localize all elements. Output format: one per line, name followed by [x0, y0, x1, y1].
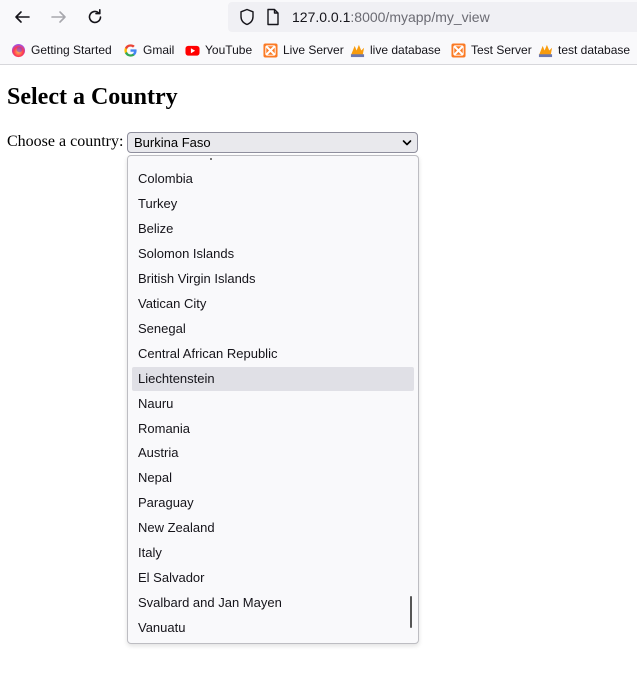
back-arrow-icon: [15, 11, 30, 23]
phpmyadmin-icon: [538, 44, 553, 57]
dropdown-option[interactable]: Romania: [132, 417, 414, 441]
phpmyadmin-icon: [350, 44, 365, 57]
bookmark-label: Getting Started: [31, 43, 112, 57]
selected-country: Burkina Faso: [134, 135, 211, 150]
dropdown-option[interactable]: Turkey: [132, 192, 414, 216]
clipped-option-remnant: [210, 158, 212, 160]
bookmark-label: live database: [370, 43, 441, 57]
bookmark-test-database[interactable]: test database: [538, 41, 630, 59]
chevron-down-icon: [402, 140, 412, 146]
dropdown-option[interactable]: Svalbard and Jan Mayen: [132, 591, 414, 615]
page-title: Select a Country: [7, 84, 178, 110]
dropdown-option[interactable]: Central African Republic: [132, 342, 414, 366]
dropdown-option[interactable]: Vanuatu: [132, 616, 414, 640]
dropdown-option[interactable]: Liechtenstein: [132, 366, 414, 391]
dropdown-option[interactable]: Belize: [132, 217, 414, 241]
bookmark-label: Test Server: [471, 43, 532, 57]
xampp-icon: [263, 42, 278, 58]
bookmarks-toolbar: Getting Started Gmail YouTube Live Serve…: [0, 34, 637, 65]
url-host: 127.0.0.1: [292, 9, 351, 25]
dropdown-option[interactable]: British Virgin Islands: [132, 267, 414, 291]
firefox-icon: [11, 43, 26, 57]
browser-toolbar: 127.0.0.1:8000/myapp/my_view: [0, 0, 637, 34]
back-button[interactable]: [8, 3, 36, 31]
bookmark-live-server[interactable]: Live Server: [263, 41, 344, 59]
url-text[interactable]: 127.0.0.1:8000/myapp/my_view: [292, 9, 490, 25]
bookmark-youtube[interactable]: YouTube: [185, 41, 252, 59]
page-info-icon[interactable]: [265, 8, 281, 26]
bookmark-label: YouTube: [205, 43, 253, 57]
dropdown-option[interactable]: Senegal: [132, 317, 414, 341]
dropdown-option[interactable]: Italy: [132, 541, 414, 565]
bookmark-test-server[interactable]: Test Server: [451, 41, 532, 59]
bookmark-label: Gmail: [143, 43, 175, 57]
xampp-icon: [451, 42, 466, 58]
youtube-icon: [185, 45, 200, 56]
dropdown-option[interactable]: El Salvador: [132, 566, 414, 590]
bookmark-live-database[interactable]: live database: [350, 41, 441, 59]
url-path: :8000/myapp/my_view: [350, 9, 490, 25]
dropdown-option[interactable]: New Zealand: [132, 516, 414, 540]
dropdown-option[interactable]: Colombia: [132, 167, 414, 191]
bookmark-getting-started[interactable]: Getting Started: [11, 41, 112, 59]
tracking-shield-icon[interactable]: [238, 8, 256, 26]
dropdown-option[interactable]: Solomon Islands: [132, 242, 414, 266]
google-icon: [124, 43, 137, 57]
dropdown-option[interactable]: Paraguay: [132, 491, 414, 515]
forward-arrow-icon: [51, 11, 66, 23]
country-dropdown-list[interactable]: Colombia Turkey Belize Solomon Islands Briti…: [127, 155, 419, 644]
forward-button[interactable]: [45, 3, 73, 31]
reload-button[interactable]: [81, 3, 109, 31]
address-bar[interactable]: 127.0.0.1:8000/myapp/my_view: [228, 2, 637, 32]
country-select[interactable]: Burkina Faso: [127, 132, 418, 153]
dropdown-option[interactable]: Nepal: [132, 466, 414, 490]
dropdown-option[interactable]: Nauru: [132, 392, 414, 416]
dropdown-option[interactable]: Austria: [132, 441, 414, 465]
dropdown-option[interactable]: Vatican City: [132, 292, 414, 316]
bookmark-gmail[interactable]: Gmail: [123, 41, 174, 59]
bookmark-label: test database: [558, 43, 631, 57]
country-label: Choose a country:: [7, 133, 124, 150]
reload-icon: [88, 9, 102, 24]
bookmark-label: Live Server: [283, 43, 344, 57]
